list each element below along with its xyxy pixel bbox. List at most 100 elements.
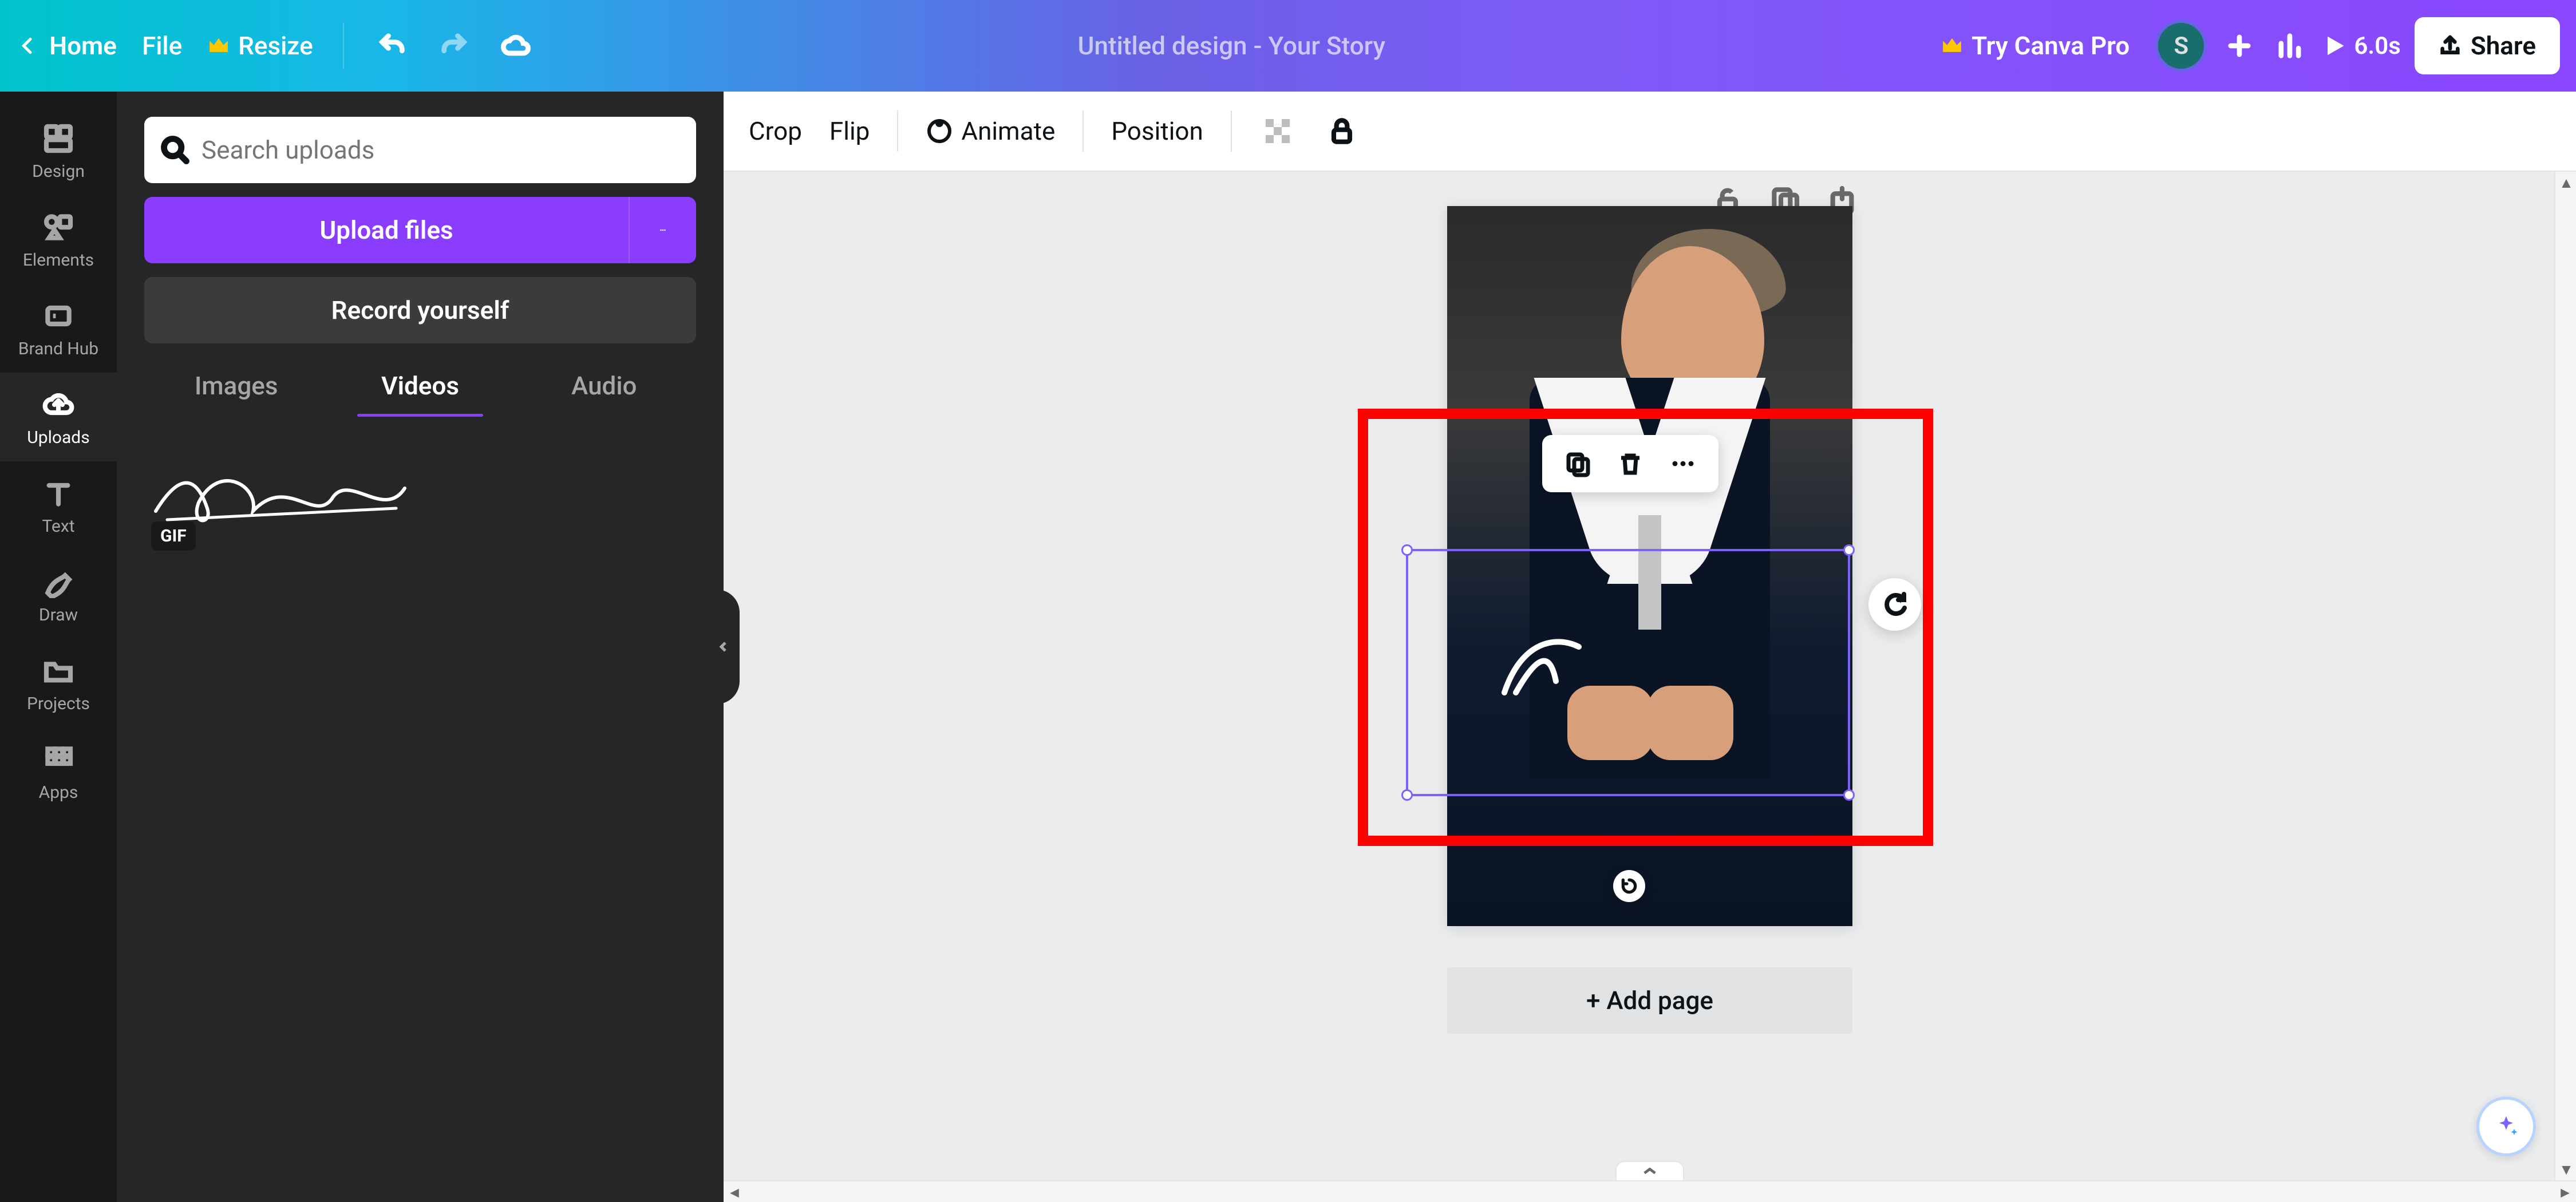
topbar-right: Try Canva Pro S 6.0s Share xyxy=(1929,17,2560,74)
transparency-icon xyxy=(1262,115,1294,147)
delete-element-button[interactable] xyxy=(1612,445,1649,482)
rail-label: Apps xyxy=(39,782,78,802)
rail-label: Elements xyxy=(23,250,94,270)
resize-handle-tr[interactable] xyxy=(1843,544,1855,556)
rail-text[interactable]: Text xyxy=(0,461,117,550)
record-label: Record yourself xyxy=(331,295,509,325)
avatar[interactable]: S xyxy=(2155,19,2207,72)
tab-label: Videos xyxy=(381,371,459,401)
rotate-handle[interactable] xyxy=(1613,870,1645,902)
app-body: Design Elements Brand Hub Uploads Text D… xyxy=(0,92,2576,1202)
selection-box[interactable] xyxy=(1406,549,1850,796)
lock-icon xyxy=(1326,115,1358,147)
resize-handle-tl[interactable] xyxy=(1401,544,1413,556)
uploads-icon xyxy=(42,389,74,421)
resize-handle-br[interactable] xyxy=(1843,789,1855,801)
tab-audio[interactable]: Audio xyxy=(512,371,696,417)
upload-files-button[interactable]: Upload files xyxy=(144,197,629,263)
chevron-up-icon xyxy=(1642,1166,1658,1176)
position-button[interactable]: Position xyxy=(1111,116,1203,146)
undo-button[interactable] xyxy=(374,27,410,64)
assistant-fab[interactable] xyxy=(2476,1097,2536,1156)
asset-signature[interactable]: GIF xyxy=(144,451,413,543)
nav-rail: Design Elements Brand Hub Uploads Text D… xyxy=(0,92,117,1202)
home-label: Home xyxy=(49,31,117,61)
topbar-center: Untitled design - Your Story xyxy=(534,31,1929,61)
search-icon xyxy=(160,135,190,165)
home-button[interactable]: Home xyxy=(16,31,117,61)
element-floating-toolbar xyxy=(1542,435,1718,492)
cloud-sync-icon[interactable] xyxy=(497,27,534,64)
timeline-expand-handle[interactable] xyxy=(1615,1161,1684,1180)
record-yourself-button[interactable]: Record yourself xyxy=(144,277,696,343)
scroll-down-arrow[interactable]: ▼ xyxy=(2555,1158,2576,1180)
rail-projects[interactable]: Projects xyxy=(0,639,117,727)
upload-more-button[interactable] xyxy=(629,197,696,263)
crop-button[interactable]: Crop xyxy=(749,116,802,146)
scroll-up-arrow[interactable]: ▲ xyxy=(2555,172,2576,193)
uploads-panel: Upload files Record yourself Images Vide… xyxy=(117,92,724,1202)
duplicate-icon xyxy=(1564,450,1591,477)
rail-draw[interactable]: Draw xyxy=(0,550,117,639)
magic-write-fab[interactable] xyxy=(1868,578,1921,631)
folder-icon xyxy=(42,655,74,687)
add-member-button[interactable] xyxy=(2221,27,2258,64)
more-icon xyxy=(1669,450,1697,477)
lock-button[interactable] xyxy=(1323,113,1360,149)
duplicate-element-button[interactable] xyxy=(1559,445,1596,482)
sparkle-icon xyxy=(2492,1113,2520,1140)
rail-label: Projects xyxy=(27,694,90,714)
text-icon xyxy=(42,477,74,509)
brand-hub-icon xyxy=(42,300,74,332)
scroll-left-arrow[interactable]: ◄ xyxy=(724,1181,745,1202)
share-button[interactable]: Share xyxy=(2415,17,2560,74)
canvas-stage-wrap[interactable]: + Add page ◄ ► ▲ ▼ xyxy=(724,172,2576,1202)
present-button[interactable]: 6.0s xyxy=(2322,32,2401,60)
search-input[interactable] xyxy=(202,135,680,165)
animate-icon xyxy=(926,117,953,145)
upload-label: Upload files xyxy=(319,215,453,245)
avatar-initial: S xyxy=(2174,32,2188,60)
upload-tabs: Images Videos Audio xyxy=(144,371,696,417)
rail-label: Draw xyxy=(39,605,78,625)
scroll-right-arrow[interactable]: ► xyxy=(2554,1181,2576,1202)
tab-images[interactable]: Images xyxy=(144,371,328,417)
add-page-label: + Add page xyxy=(1586,986,1713,1015)
redo-button[interactable] xyxy=(436,27,472,64)
tab-videos[interactable]: Videos xyxy=(328,371,512,417)
document-title[interactable]: Untitled design - Your Story xyxy=(1078,31,1385,61)
transparency-button[interactable] xyxy=(1259,113,1296,149)
file-menu[interactable]: File xyxy=(142,31,182,61)
insights-button[interactable] xyxy=(2271,27,2308,64)
rail-brand-hub[interactable]: Brand Hub xyxy=(0,284,117,373)
add-page-button[interactable]: + Add page xyxy=(1447,967,1852,1034)
resize-button[interactable]: Resize xyxy=(207,31,313,61)
animate-button[interactable]: Animate xyxy=(926,116,1055,146)
design-icon xyxy=(42,122,74,155)
rail-label: Uploads xyxy=(27,428,89,448)
resize-label: Resize xyxy=(238,31,313,61)
separator xyxy=(1082,110,1084,152)
rail-uploads[interactable]: Uploads xyxy=(0,373,117,461)
chevron-left-icon xyxy=(16,34,39,57)
search-input-wrap[interactable] xyxy=(144,117,696,183)
vertical-scrollbar[interactable]: ▲ ▼ xyxy=(2554,172,2576,1180)
tab-label: Audio xyxy=(571,371,637,401)
rail-design[interactable]: Design xyxy=(0,106,117,195)
rail-elements[interactable]: Elements xyxy=(0,195,117,284)
flip-button[interactable]: Flip xyxy=(829,116,870,146)
file-label: File xyxy=(142,31,182,61)
separator xyxy=(343,23,344,69)
element-more-button[interactable] xyxy=(1665,445,1701,482)
crown-icon xyxy=(1941,34,1963,57)
horizontal-scrollbar[interactable]: ◄ ► xyxy=(724,1180,2576,1202)
trash-icon xyxy=(1617,450,1644,477)
context-toolbar: Crop Flip Animate Position xyxy=(724,92,2576,172)
rail-apps[interactable]: Apps xyxy=(0,727,117,816)
try-pro-button[interactable]: Try Canva Pro xyxy=(1929,31,2141,61)
tab-label: Images xyxy=(195,371,278,401)
separator xyxy=(897,110,898,152)
resize-handle-bl[interactable] xyxy=(1401,789,1413,801)
gif-badge: GIF xyxy=(151,521,196,551)
play-duration: 6.0s xyxy=(2354,32,2401,60)
